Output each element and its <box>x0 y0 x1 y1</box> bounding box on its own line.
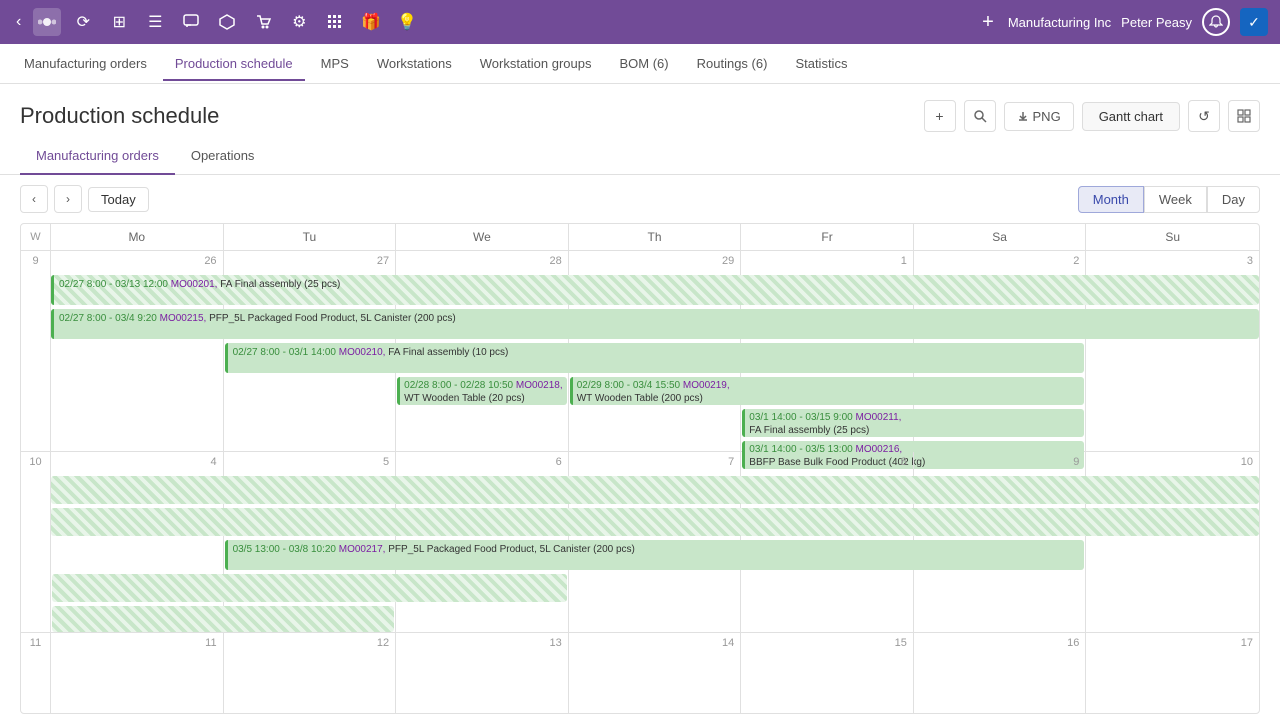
grid-icon[interactable]: ⊞ <box>105 8 133 36</box>
tab-manufacturing-orders[interactable]: Manufacturing orders <box>12 48 159 81</box>
event-mo00201[interactable]: 02/27 8:00 - 03/13 12:00 MO00201, FA Fin… <box>51 275 1259 305</box>
event-mo00210[interactable]: 02/27 8:00 - 03/1 14:00 MO00210, FA Fina… <box>225 343 1085 373</box>
inventory-icon[interactable] <box>213 8 241 36</box>
sub-tabs: Manufacturing orders Operations <box>0 140 1280 175</box>
week-10-row: 10 4 5 6 7 8 9 <box>21 452 1259 633</box>
calendar-nav: ‹ › Today <box>20 185 149 213</box>
day-cell-we-11[interactable]: 13 <box>396 633 569 713</box>
day-cell-mo-11[interactable]: 11 <box>51 633 224 713</box>
list-icon[interactable]: ☰ <box>141 8 169 36</box>
purchase-icon[interactable] <box>249 8 277 36</box>
fr-header: Fr <box>741 224 914 250</box>
day-cell-tu-11[interactable]: 12 <box>224 633 397 713</box>
month-view-btn[interactable]: Month <box>1078 186 1144 213</box>
tab-mps[interactable]: MPS <box>309 48 361 81</box>
week-11-num: 11 <box>21 633 51 713</box>
mo-header: Mo <box>51 224 224 250</box>
user-name: Peter Peasy <box>1121 15 1192 30</box>
tab-routings[interactable]: Routings (6) <box>685 48 780 81</box>
tips-icon[interactable]: 💡 <box>393 8 421 36</box>
week-11-row: 11 11 12 13 14 15 16 <box>21 633 1259 713</box>
nav-tabs: Manufacturing orders Production schedule… <box>0 44 1280 84</box>
event-cont-stripe-3[interactable] <box>52 574 567 602</box>
subtab-operations[interactable]: Operations <box>175 140 271 175</box>
week-9-num: 9 <box>21 251 51 451</box>
event-mo00211[interactable]: 03/1 14:00 - 03/15 9:00 MO00211, FA Fina… <box>742 409 1084 437</box>
event-mo00217[interactable]: 03/5 13:00 - 03/8 10:20 MO00217, PFP_5L … <box>225 540 1085 570</box>
today-btn[interactable]: Today <box>88 187 149 212</box>
add-btn[interactable]: + <box>982 11 994 34</box>
event-cont-stripe-2[interactable] <box>51 508 1259 536</box>
refresh-icon[interactable]: ⟳ <box>69 8 97 36</box>
search-btn[interactable] <box>964 100 996 132</box>
event-cont-stripe-4[interactable] <box>52 606 394 632</box>
day-cell-su-11[interactable]: 17 <box>1086 633 1259 713</box>
week-view-btn[interactable]: Week <box>1144 186 1207 213</box>
calendar-grid: W Mo Tu We Th Fr Sa Su 9 26 27 28 <box>20 223 1260 714</box>
week-9-row: 9 26 27 28 29 1 2 <box>21 251 1259 452</box>
gantt-chart-btn[interactable]: Gantt chart <box>1082 102 1180 131</box>
view-buttons: Month Week Day <box>1078 186 1260 213</box>
toolbar-right: + Manufacturing Inc Peter Peasy ✓ <box>982 8 1268 36</box>
page-header: Production schedule + PNG Gantt chart ↺ <box>0 84 1280 140</box>
week-10-num: 10 <box>21 452 51 632</box>
we-header: We <box>396 224 569 250</box>
event-mo00218[interactable]: 02/28 8:00 - 02/28 10:50 MO00218, WT Woo… <box>397 377 567 405</box>
add-event-btn[interactable]: + <box>924 100 956 132</box>
day-cell-th-11[interactable]: 14 <box>569 633 742 713</box>
odoo-icon[interactable] <box>33 8 61 36</box>
png-download-btn[interactable]: PNG <box>1004 102 1074 131</box>
tab-workstation-groups[interactable]: Workstation groups <box>468 48 604 81</box>
tab-production-schedule[interactable]: Production schedule <box>163 48 305 81</box>
prev-btn[interactable]: ‹ <box>20 185 48 213</box>
sa-header: Sa <box>914 224 1087 250</box>
page-title: Production schedule <box>20 103 219 129</box>
tab-statistics[interactable]: Statistics <box>783 48 859 81</box>
event-mo00215[interactable]: 02/27 8:00 - 03/4 9:20 MO00215, PFP_5L P… <box>51 309 1259 339</box>
next-btn[interactable]: › <box>54 185 82 213</box>
tu-header: Tu <box>224 224 397 250</box>
discuss-icon[interactable] <box>177 8 205 36</box>
day-view-btn[interactable]: Day <box>1207 186 1260 213</box>
day-cell-fr-11[interactable]: 15 <box>741 633 914 713</box>
company-name: Manufacturing Inc <box>1008 15 1111 30</box>
calendar-controls: ‹ › Today Month Week Day <box>0 175 1280 223</box>
th-header: Th <box>569 224 742 250</box>
week-col-header: W <box>21 224 51 250</box>
view-toggle-btn[interactable] <box>1228 100 1260 132</box>
calendar-container: W Mo Tu We Th Fr Sa Su 9 26 27 28 <box>0 223 1280 714</box>
top-toolbar: ‹ ⟳ ⊞ ☰ ⚙ <box>0 0 1280 44</box>
settings-icon[interactable]: ⚙ <box>285 8 313 36</box>
tab-bom[interactable]: BOM (6) <box>608 48 681 81</box>
header-actions: + PNG Gantt chart ↺ <box>924 100 1260 132</box>
event-cont-stripe-1[interactable] <box>51 476 1259 504</box>
apps-icon[interactable] <box>321 8 349 36</box>
day-header-row: W Mo Tu We Th Fr Sa Su <box>21 224 1259 251</box>
todo-icon[interactable]: ✓ <box>1240 8 1268 36</box>
event-mo00219[interactable]: 02/29 8:00 - 03/4 15:50 MO00219, WT Wood… <box>570 377 1085 405</box>
tab-workstations[interactable]: Workstations <box>365 48 464 81</box>
refresh-view-btn[interactable]: ↺ <box>1188 100 1220 132</box>
su-header: Su <box>1086 224 1259 250</box>
subtab-manufacturing-orders[interactable]: Manufacturing orders <box>20 140 175 175</box>
day-cell-sa-11[interactable]: 16 <box>914 633 1087 713</box>
gift-icon[interactable]: 🎁 <box>357 8 385 36</box>
back-nav-btn[interactable]: ‹ <box>12 9 25 35</box>
notification-icon[interactable] <box>1202 8 1230 36</box>
